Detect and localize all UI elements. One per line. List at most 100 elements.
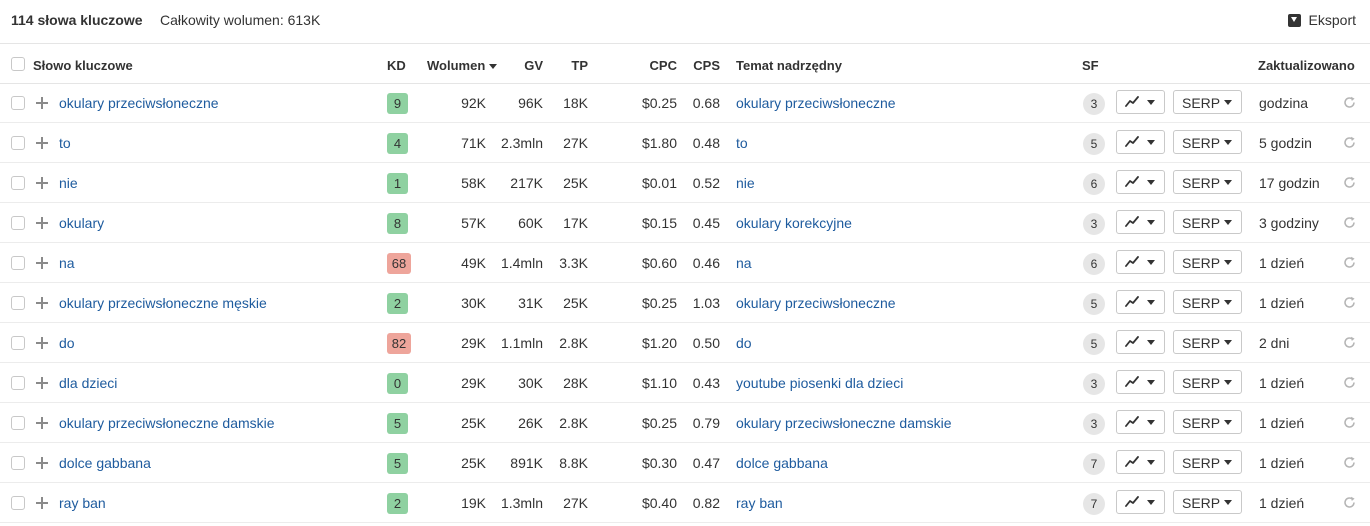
column-header-volume[interactable]: Wolumen [427,58,498,73]
sf-count-badge[interactable]: 5 [1083,333,1105,355]
column-header-sf[interactable]: SF [1082,58,1099,73]
column-header-gv[interactable]: GV [524,58,543,73]
keyword-link[interactable]: dolce gabbana [59,455,151,471]
column-header-kd[interactable]: KD [387,58,406,73]
keyword-link[interactable]: okulary [59,215,104,231]
parent-topic-link[interactable]: okulary przeciwsłoneczne [736,95,896,111]
parent-topic-link[interactable]: youtube piosenki dla dzieci [736,375,903,391]
parent-topic-link[interactable]: na [736,255,752,271]
trend-dropdown-button[interactable] [1116,210,1165,234]
add-to-list-icon[interactable] [36,257,48,269]
row-checkbox[interactable] [11,96,25,110]
add-to-list-icon[interactable] [36,457,48,469]
column-header-cps[interactable]: CPS [693,58,720,73]
serp-dropdown-button[interactable]: SERP [1173,370,1242,394]
sf-count-badge[interactable]: 3 [1083,373,1105,395]
add-to-list-icon[interactable] [36,177,48,189]
parent-topic-link[interactable]: dolce gabbana [736,455,828,471]
sf-count-badge[interactable]: 6 [1083,253,1105,275]
sf-count-badge[interactable]: 7 [1083,453,1105,475]
keyword-link[interactable]: dla dzieci [59,375,117,391]
row-checkbox[interactable] [11,176,25,190]
add-to-list-icon[interactable] [36,417,48,429]
refresh-icon[interactable] [1343,216,1356,229]
column-header-updated[interactable]: Zaktualizowano [1258,58,1355,73]
keyword-link[interactable]: nie [59,175,78,191]
sf-count-badge[interactable]: 5 [1083,293,1105,315]
row-checkbox[interactable] [11,416,25,430]
row-checkbox[interactable] [11,136,25,150]
column-header-parent-topic[interactable]: Temat nadrzędny [736,58,842,73]
serp-dropdown-button[interactable]: SERP [1173,410,1242,434]
sf-count-badge[interactable]: 5 [1083,133,1105,155]
serp-dropdown-button[interactable]: SERP [1173,250,1242,274]
refresh-icon[interactable] [1343,496,1356,509]
parent-topic-link[interactable]: okulary przeciwsłoneczne [736,295,896,311]
parent-topic-link[interactable]: okulary przeciwsłoneczne damskie [736,415,952,431]
sf-count-badge[interactable]: 3 [1083,213,1105,235]
row-checkbox[interactable] [11,496,25,510]
column-header-tp[interactable]: TP [571,58,588,73]
refresh-icon[interactable] [1343,336,1356,349]
trend-dropdown-button[interactable] [1116,290,1165,314]
refresh-icon[interactable] [1343,416,1356,429]
add-to-list-icon[interactable] [36,497,48,509]
refresh-icon[interactable] [1343,256,1356,269]
refresh-icon[interactable] [1343,296,1356,309]
select-all-checkbox[interactable] [11,57,25,71]
sf-count-badge[interactable]: 3 [1083,93,1105,115]
row-checkbox[interactable] [11,376,25,390]
refresh-icon[interactable] [1343,456,1356,469]
row-checkbox[interactable] [11,296,25,310]
keyword-link[interactable]: okulary przeciwsłoneczne [59,95,219,111]
trend-dropdown-button[interactable] [1116,370,1165,394]
serp-dropdown-button[interactable]: SERP [1173,490,1242,514]
trend-dropdown-button[interactable] [1116,490,1165,514]
trend-dropdown-button[interactable] [1116,410,1165,434]
serp-dropdown-button[interactable]: SERP [1173,330,1242,354]
add-to-list-icon[interactable] [36,137,48,149]
trend-dropdown-button[interactable] [1116,90,1165,114]
trend-dropdown-button[interactable] [1116,250,1165,274]
column-header-cpc[interactable]: CPC [650,58,677,73]
parent-topic-link[interactable]: nie [736,175,755,191]
keyword-link[interactable]: okulary przeciwsłoneczne damskie [59,415,275,431]
add-to-list-icon[interactable] [36,97,48,109]
add-to-list-icon[interactable] [36,337,48,349]
refresh-icon[interactable] [1343,176,1356,189]
parent-topic-link[interactable]: okulary korekcyjne [736,215,852,231]
keyword-link[interactable]: to [59,135,71,151]
trend-dropdown-button[interactable] [1116,130,1165,154]
parent-topic-link[interactable]: ray ban [736,495,783,511]
keyword-link[interactable]: okulary przeciwsłoneczne męskie [59,295,267,311]
add-to-list-icon[interactable] [36,217,48,229]
trend-dropdown-button[interactable] [1116,450,1165,474]
refresh-icon[interactable] [1343,136,1356,149]
export-button[interactable]: Eksport [1287,12,1356,28]
parent-topic-link[interactable]: to [736,135,748,151]
add-to-list-icon[interactable] [36,377,48,389]
serp-dropdown-button[interactable]: SERP [1173,130,1242,154]
row-checkbox[interactable] [11,256,25,270]
serp-dropdown-button[interactable]: SERP [1173,290,1242,314]
row-checkbox[interactable] [11,216,25,230]
parent-topic-link[interactable]: do [736,335,752,351]
refresh-icon[interactable] [1343,376,1356,389]
keyword-link[interactable]: na [59,255,75,271]
row-checkbox[interactable] [11,336,25,350]
sf-count-badge[interactable]: 6 [1083,173,1105,195]
add-to-list-icon[interactable] [36,297,48,309]
keyword-link[interactable]: do [59,335,75,351]
column-header-keyword[interactable]: Słowo kluczowe [33,58,133,73]
serp-dropdown-button[interactable]: SERP [1173,170,1242,194]
trend-dropdown-button[interactable] [1116,330,1165,354]
serp-dropdown-button[interactable]: SERP [1173,450,1242,474]
row-checkbox[interactable] [11,456,25,470]
trend-dropdown-button[interactable] [1116,170,1165,194]
sf-count-badge[interactable]: 7 [1083,493,1105,515]
refresh-icon[interactable] [1343,96,1356,109]
keyword-link[interactable]: ray ban [59,495,106,511]
serp-dropdown-button[interactable]: SERP [1173,90,1242,114]
sf-count-badge[interactable]: 3 [1083,413,1105,435]
serp-dropdown-button[interactable]: SERP [1173,210,1242,234]
